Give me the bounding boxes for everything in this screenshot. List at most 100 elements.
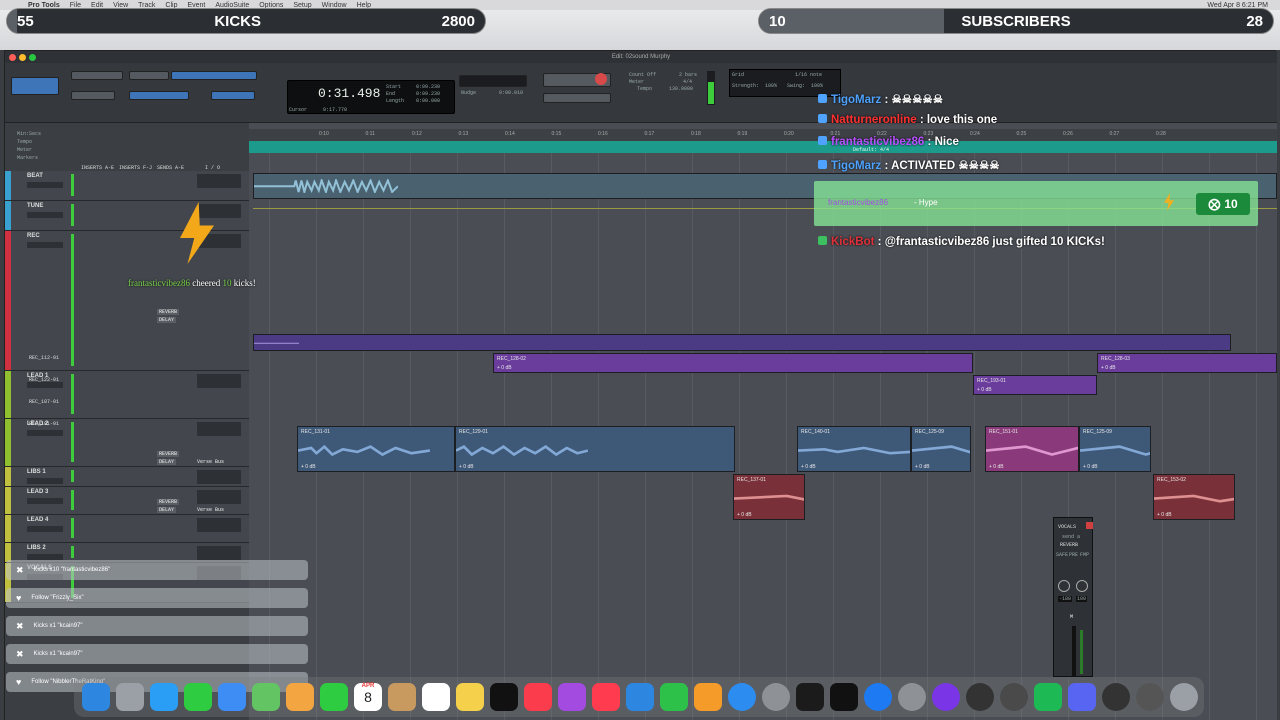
track-name[interactable]: TUNE bbox=[27, 203, 43, 209]
mixer-safe[interactable]: SAFE bbox=[1056, 552, 1068, 558]
transport-nav-buttons[interactable] bbox=[543, 93, 611, 103]
dock-app-icon[interactable] bbox=[1136, 683, 1164, 711]
mixer-plugin[interactable]: REVERB bbox=[1060, 542, 1078, 548]
dock-appstore-icon[interactable] bbox=[728, 683, 756, 711]
track-name[interactable]: LEAD 4 bbox=[27, 517, 48, 523]
timeline-ruler[interactable]: 0:10 0:11 0:12 0:13 0:14 0:15 0:16 0:17 0:18 0:19… bbox=[249, 129, 1277, 141]
dock-numbers-icon[interactable] bbox=[660, 683, 688, 711]
mute-button[interactable]: M bbox=[1070, 614, 1073, 620]
track-io[interactable] bbox=[197, 204, 241, 218]
insert-delay[interactable]: DELAY bbox=[157, 459, 177, 465]
tempo-ruler[interactable]: Default: 4/4 bbox=[249, 141, 1277, 153]
track-io[interactable] bbox=[197, 470, 241, 484]
length-value[interactable]: 0:00.000 bbox=[416, 98, 440, 104]
dock-finder-icon[interactable] bbox=[82, 683, 110, 711]
grid-counter[interactable] bbox=[459, 75, 527, 87]
track-io[interactable] bbox=[197, 174, 241, 188]
dock-music-icon[interactable] bbox=[524, 683, 552, 711]
track-name[interactable]: LIBS 1 bbox=[27, 469, 46, 475]
lead1-clip[interactable]: REC_131-01 + 0 dB bbox=[297, 426, 455, 472]
swing-value[interactable]: 100% bbox=[811, 83, 823, 89]
send-verse-bus[interactable]: Verse Bus bbox=[197, 459, 224, 465]
track-io[interactable] bbox=[197, 518, 241, 532]
record-button[interactable] bbox=[595, 73, 607, 85]
dock-app-icon[interactable] bbox=[864, 683, 892, 711]
dock-discord-icon[interactable] bbox=[1068, 683, 1096, 711]
insert-reverb[interactable]: REVERB bbox=[157, 451, 180, 457]
pan-knob-left[interactable] bbox=[1058, 580, 1070, 592]
rec-main-clip[interactable] bbox=[253, 334, 1231, 351]
dock-app-icon[interactable] bbox=[898, 683, 926, 711]
insert-delay[interactable]: DELAY bbox=[157, 507, 177, 513]
track-buttons[interactable] bbox=[27, 526, 63, 532]
tab-to-transient-button[interactable] bbox=[129, 91, 189, 100]
strength-value[interactable]: 100% bbox=[765, 83, 777, 89]
lead1-clip[interactable]: REC_151-01 + 0 dB bbox=[985, 426, 1079, 472]
rec-clip[interactable]: REC_193-01 + 0 dB bbox=[973, 375, 1097, 395]
dock-obs-icon[interactable] bbox=[1102, 683, 1130, 711]
dock-notes-icon[interactable] bbox=[456, 683, 484, 711]
dock-settings-icon[interactable] bbox=[762, 683, 790, 711]
track-name[interactable]: REC bbox=[27, 233, 40, 239]
mixer-fmp[interactable]: FMP bbox=[1080, 552, 1089, 558]
dock-pages-icon[interactable] bbox=[694, 683, 722, 711]
lead1-clip[interactable]: REC_140-01 + 0 dB bbox=[797, 426, 911, 472]
dock-ilok-icon[interactable] bbox=[830, 683, 858, 711]
trim-tools[interactable] bbox=[129, 71, 169, 80]
track-io[interactable] bbox=[197, 422, 241, 436]
dock-pro-tools-icon[interactable] bbox=[796, 683, 824, 711]
pan-knob-right[interactable] bbox=[1076, 580, 1088, 592]
track-buttons[interactable] bbox=[27, 212, 63, 218]
track-io[interactable] bbox=[197, 490, 241, 504]
dock-trash-icon[interactable] bbox=[1170, 683, 1198, 711]
lead2-clip[interactable]: REC_153-02 + 0 dB bbox=[1153, 474, 1235, 520]
end-value[interactable]: 0:09.230 bbox=[416, 91, 440, 97]
dock-calendar-icon[interactable]: APR 8 bbox=[354, 683, 382, 711]
dock-contacts-icon[interactable] bbox=[388, 683, 416, 711]
dock-reminders-icon[interactable] bbox=[422, 683, 450, 711]
main-counter[interactable]: 0:31.498 Start End Length 0:09.230 0:09.… bbox=[287, 80, 455, 114]
close-icon[interactable] bbox=[1086, 522, 1093, 529]
count-off-bars[interactable]: 2 bars bbox=[679, 72, 697, 78]
dock-podcasts-icon[interactable] bbox=[558, 683, 586, 711]
dock-app-icon[interactable] bbox=[1000, 683, 1028, 711]
zoom-window-button[interactable] bbox=[29, 54, 36, 61]
track-name[interactable]: LIBS 2 bbox=[27, 545, 46, 551]
dock-mail-icon[interactable] bbox=[218, 683, 246, 711]
track-buttons[interactable] bbox=[27, 242, 63, 248]
lead1-clip[interactable]: REC_125-09 + 0 dB bbox=[1079, 426, 1151, 472]
dock-facetime-icon[interactable] bbox=[320, 683, 348, 711]
track-buttons[interactable] bbox=[27, 182, 63, 188]
link-buttons[interactable] bbox=[211, 91, 255, 100]
dock-spotify-icon[interactable] bbox=[1034, 683, 1062, 711]
start-value[interactable]: 0:09.230 bbox=[416, 84, 440, 90]
grid-value[interactable]: 1/16 note bbox=[795, 72, 822, 78]
dock-app-icon[interactable] bbox=[932, 683, 960, 711]
track-header-libs-1[interactable]: LIBS 1 bbox=[5, 467, 249, 487]
insert-reverb[interactable]: REVERB bbox=[157, 309, 180, 315]
track-header-rec[interactable]: REC bbox=[5, 231, 249, 371]
insert-delay[interactable]: DELAY bbox=[157, 317, 177, 323]
lead2-clip[interactable]: REC_137-01 + 0 dB bbox=[733, 474, 805, 520]
track-header-lead-4[interactable]: LEAD 4 bbox=[5, 515, 249, 543]
dock-safari-icon[interactable] bbox=[150, 683, 178, 711]
track-io[interactable] bbox=[197, 374, 241, 388]
nudge-value[interactable]: 0:00.010 bbox=[499, 90, 523, 96]
track-io[interactable] bbox=[197, 546, 241, 560]
lead1-clip[interactable]: REC_125-09 + 0 dB bbox=[911, 426, 971, 472]
dock-launchpad-icon[interactable] bbox=[116, 683, 144, 711]
edit-tools[interactable] bbox=[171, 71, 257, 80]
track-name[interactable]: LEAD 3 bbox=[27, 489, 48, 495]
track-buttons[interactable] bbox=[27, 498, 63, 504]
zoom-buttons[interactable] bbox=[71, 71, 123, 80]
track-name[interactable]: BEAT bbox=[27, 173, 43, 179]
tempo-value[interactable]: 130.0000 bbox=[669, 86, 693, 92]
fader-track[interactable] bbox=[1072, 626, 1076, 676]
dock-news-icon[interactable] bbox=[592, 683, 620, 711]
dock-maps-icon[interactable] bbox=[252, 683, 280, 711]
insert-reverb[interactable]: REVERB bbox=[157, 499, 180, 505]
dock-appletv-icon[interactable] bbox=[490, 683, 518, 711]
meter-value[interactable]: 4/4 bbox=[683, 79, 692, 85]
dock-photos-icon[interactable] bbox=[286, 683, 314, 711]
dock-app-icon[interactable] bbox=[966, 683, 994, 711]
